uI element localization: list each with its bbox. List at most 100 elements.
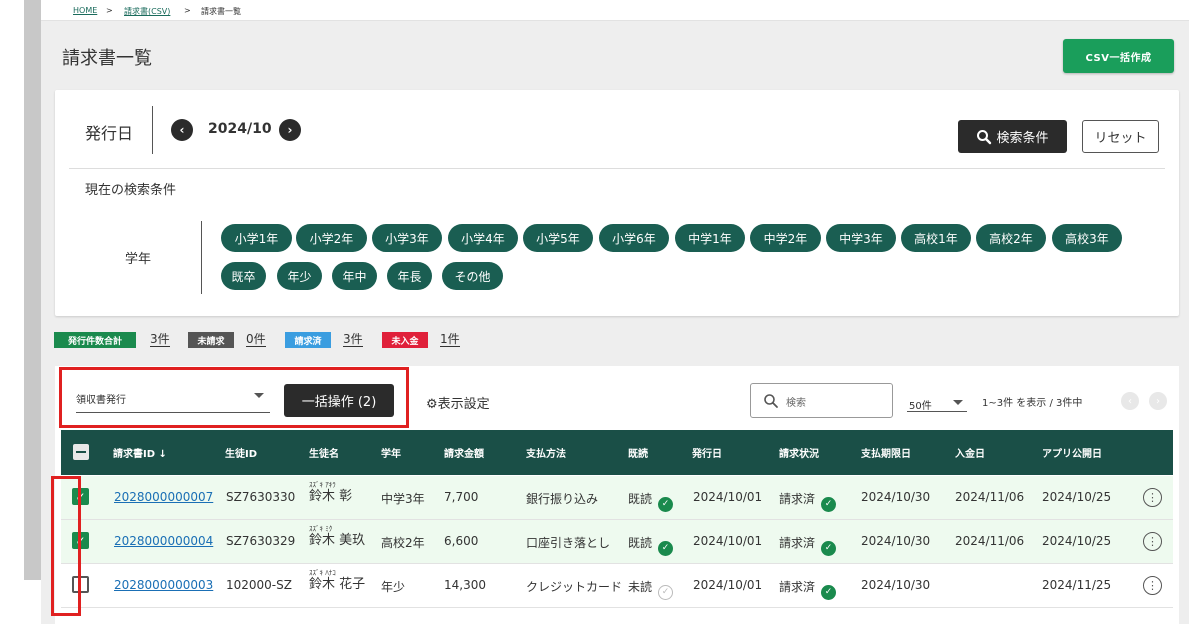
display-settings-button[interactable]: ⚙表示設定 — [426, 393, 490, 412]
header-student-name: 生徒名 — [309, 449, 339, 460]
count-badge-total: 発行件数合計 — [54, 332, 136, 348]
breadcrumb-separator: > — [184, 6, 191, 15]
student-furigana: ｽｽﾞｷ ﾐｸ — [309, 525, 333, 533]
payment-method: 銀行振り込み — [526, 492, 599, 506]
payment-method: クレジットカード — [526, 580, 623, 594]
left-scrollbar[interactable] — [24, 0, 41, 580]
student-name-cell: ｽｽﾞｷ ﾊﾅｺ 鈴木 花子 — [309, 569, 365, 592]
student-id: SZ7630330 — [226, 490, 296, 504]
csv-bulk-create-button[interactable]: CSV一括作成 — [1063, 39, 1174, 73]
grade-chip[interactable]: 小学1年 — [221, 224, 292, 252]
main-area: HOME > 請求書(CSV) > 請求書一覧 請求書一覧 CSV一括作成 発行… — [41, 0, 1189, 624]
grade-chip[interactable]: 年少 — [277, 262, 322, 290]
more-options-icon[interactable]: ⋮ — [1143, 532, 1162, 551]
divider — [201, 221, 202, 294]
per-page-select[interactable]: 50件 — [907, 392, 967, 412]
divider — [152, 106, 153, 154]
student-name: 鈴木 美玖 — [309, 533, 366, 548]
breadcrumb-current: 請求書一覧 — [201, 7, 241, 16]
header-issue-date: 発行日 — [692, 449, 722, 460]
count-value-billed: 3件 — [343, 332, 363, 347]
issue-date: 2024/10/01 — [693, 578, 763, 592]
pagination-range: 1~3件 を表示 / 3件中 — [982, 398, 1083, 409]
due-date: 2024/10/30 — [861, 490, 931, 504]
billing-status: 請求済 ✓ — [779, 578, 837, 600]
check-circle-icon: ✓ — [658, 540, 674, 556]
more-options-icon[interactable]: ⋮ — [1143, 576, 1162, 595]
highlight-box-actions — [59, 367, 409, 428]
student-furigana: ｽｽﾞｷ ﾊﾅｺ — [309, 569, 336, 577]
grade: 高校2年 — [381, 536, 425, 550]
header-billing-status: 請求状況 — [779, 449, 819, 460]
invoice-id-link[interactable]: 2028000000007 — [114, 490, 213, 504]
search-panel: 発行日 ‹ 2024/10 › 検索条件 リセット 現在の検索条件 学年 小学1… — [55, 90, 1179, 316]
caret-down-icon — [953, 400, 963, 405]
grade-chip[interactable]: 年長 — [387, 262, 432, 290]
invoice-id-link[interactable]: 2028000000004 — [114, 534, 213, 548]
grade-chip[interactable]: 中学3年 — [826, 224, 896, 252]
highlight-box-checkboxes — [51, 476, 81, 616]
student-furigana: ｽｽﾞｷ ｱｷﾗ — [309, 481, 336, 489]
table-header: 請求書ID ↓ 生徒ID 生徒名 学年 請求金額 支払方法 既読 発行日 請求状… — [61, 430, 1173, 475]
grade-chip[interactable]: 年中 — [332, 262, 377, 290]
reset-button[interactable]: リセット — [1082, 120, 1159, 153]
issue-date-label: 発行日 — [85, 124, 134, 143]
grade-chip[interactable]: 高校3年 — [1052, 224, 1122, 252]
app-publish-date: 2024/11/25 — [1042, 578, 1112, 592]
student-id: 102000-SZ — [226, 578, 292, 592]
chevron-right-icon[interactable]: › — [279, 119, 301, 141]
student-name-cell: ｽｽﾞｷ ｱｷﾗ 鈴木 彰 — [309, 481, 352, 504]
student-id: SZ7630329 — [226, 534, 296, 548]
check-circle-icon: ✓ — [821, 540, 837, 556]
grade-chip[interactable]: 中学1年 — [675, 224, 745, 252]
next-page-icon[interactable]: › — [1149, 392, 1167, 410]
grade-chip[interactable]: 小学6年 — [599, 224, 669, 252]
grade-chip[interactable]: 既卒 — [221, 262, 266, 290]
breadcrumb-csv[interactable]: 請求書(CSV) — [124, 6, 170, 17]
app-publish-date: 2024/10/25 — [1042, 534, 1112, 548]
invoice-id-link[interactable]: 2028000000003 — [114, 578, 213, 592]
grade-chip[interactable]: その他 — [442, 262, 503, 290]
grade-chip[interactable]: 中学2年 — [750, 224, 821, 252]
payment-method: 口座引き落とし — [526, 536, 611, 550]
read-status: 既読 ✓ — [628, 534, 674, 556]
header-grade: 学年 — [381, 449, 401, 460]
billing-status: 請求済 ✓ — [779, 490, 837, 512]
grade-chip[interactable]: 小学5年 — [523, 224, 593, 252]
per-page-value: 50件 — [909, 401, 932, 412]
chevron-left-icon[interactable]: ‹ — [171, 119, 193, 141]
table-row[interactable]: ✓ 2028000000007 SZ7630330 ｽｽﾞｷ ｱｷﾗ 鈴木 彰 中学3年 7… — [61, 476, 1173, 520]
table-row[interactable]: ✓ 2028000000004 SZ7630329 ｽｽﾞｷ ﾐｸ 鈴木 美玖 高校2年 6… — [61, 520, 1173, 564]
grade-chip[interactable]: 小学2年 — [296, 224, 367, 252]
count-value-unbilled: 0件 — [246, 332, 266, 347]
grade-chip[interactable]: 高校2年 — [976, 224, 1046, 252]
paid-date: 2024/11/06 — [955, 490, 1025, 504]
search-placeholder: 検索 — [786, 398, 806, 409]
student-name-cell: ｽｽﾞｷ ﾐｸ 鈴木 美玖 — [309, 525, 365, 548]
page-title: 請求書一覧 — [62, 48, 152, 69]
left-frame — [0, 0, 41, 624]
grade-chip[interactable]: 高校1年 — [901, 224, 971, 252]
select-all-checkbox[interactable] — [73, 444, 89, 460]
count-value-unpaid: 1件 — [440, 332, 460, 347]
header-invoice-id[interactable]: 請求書ID ↓ — [113, 445, 167, 460]
count-badge-billed: 請求済 — [285, 332, 331, 348]
grade-label: 学年 — [125, 252, 152, 267]
breadcrumb-separator: > — [106, 6, 113, 15]
header-app-date: アプリ公開日 — [1042, 449, 1102, 460]
grade-chip[interactable]: 小学4年 — [448, 224, 518, 252]
gear-icon: ⚙ — [426, 397, 438, 412]
search-conditions-button[interactable]: 検索条件 — [958, 120, 1067, 153]
header-payment-method: 支払方法 — [526, 449, 566, 460]
header-paid-date: 入金日 — [955, 449, 985, 460]
breadcrumb-home[interactable]: HOME — [73, 6, 97, 15]
display-settings-label: 表示設定 — [437, 397, 490, 412]
search-conditions-label: 検索条件 — [996, 131, 1049, 146]
table-row[interactable]: 2028000000003 102000-SZ ｽｽﾞｷ ﾊﾅｺ 鈴木 花子 年少 14,… — [61, 564, 1173, 608]
search-input[interactable]: 検索 — [750, 383, 893, 418]
prev-page-icon[interactable]: ‹ — [1121, 392, 1139, 410]
grade-chip[interactable]: 小学3年 — [372, 224, 442, 252]
breadcrumb: HOME > 請求書(CSV) > 請求書一覧 — [41, 0, 1189, 21]
more-options-icon[interactable]: ⋮ — [1143, 488, 1162, 507]
count-value-total: 3件 — [150, 332, 170, 347]
